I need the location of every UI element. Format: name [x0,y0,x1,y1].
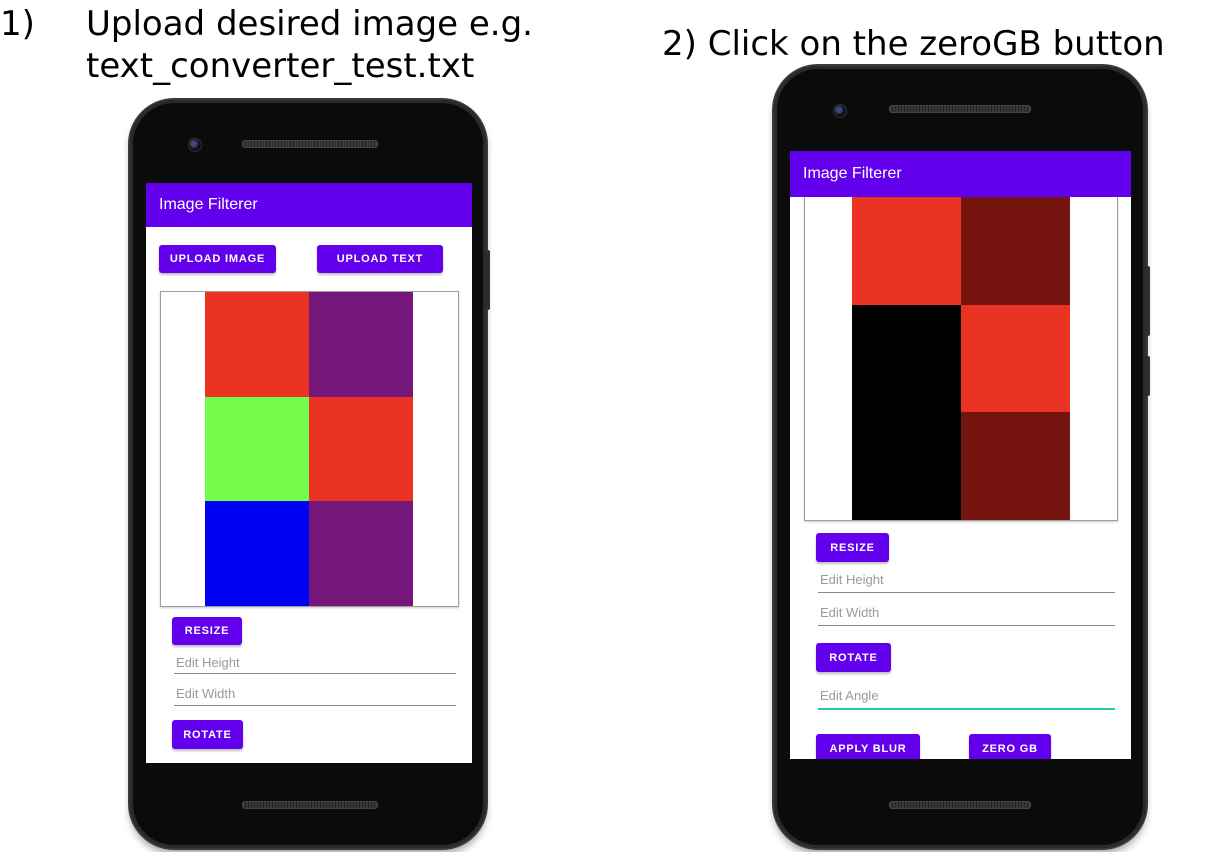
edit-width-field[interactable]: Edit Width [818,605,1115,626]
apply-blur-button[interactable]: APPLY BLUR [816,734,920,759]
bottom-speaker-grille [242,801,378,809]
image-grid-cell [309,396,413,502]
edit-width-field[interactable]: Edit Width [174,686,456,706]
phone-volume-button [1146,356,1150,396]
top-speaker-grille [889,105,1031,113]
field-underline [818,592,1115,593]
app-bar: Image Filterer [146,183,472,227]
phone-mockup-2: Image Filterer RESIZE Edit Height Edit W… [774,66,1150,848]
upload-image-button[interactable]: UPLOAD IMAGE [159,245,276,273]
edit-width-placeholder: Edit Width [176,686,236,701]
app-bar: Image Filterer [790,151,1131,197]
phone-2-screen: Image Filterer RESIZE Edit Height Edit W… [790,151,1131,759]
image-grid-cell [961,412,1070,520]
phone-side-button [1146,266,1150,336]
image-grid-cell [309,501,413,606]
image-preview [160,291,459,607]
edit-angle-placeholder: Edit Angle [820,688,879,703]
field-underline [174,705,456,706]
top-speaker-grille [242,140,378,148]
image-grid-cell [852,304,961,413]
edit-height-placeholder: Edit Height [176,655,240,670]
image-preview [804,197,1118,521]
image-grid-cell [961,197,1070,305]
phone-mockup-1: Image Filterer UPLOAD IMAGE UPLOAD TEXT … [130,100,490,848]
image-grid-cell [852,412,961,520]
app-title: Image Filterer [803,165,902,182]
image-grid-cell [205,396,309,502]
resize-button[interactable]: RESIZE [172,617,242,645]
zero-gb-button[interactable]: ZERO GB [969,734,1051,759]
edit-angle-field[interactable]: Edit Angle [818,688,1115,710]
front-camera-icon [188,138,202,152]
image-grid-cell [205,501,309,606]
image-grid-cell [205,292,309,397]
field-underline [174,673,456,674]
step-1-number: 1) [0,4,35,44]
edit-height-placeholder: Edit Height [820,572,884,587]
image-grid [205,292,413,606]
image-grid-cell [309,292,413,397]
field-underline-focused [818,708,1115,710]
image-grid-cell [961,304,1070,413]
edit-width-placeholder: Edit Width [820,605,880,620]
app-title: Image Filterer [159,196,258,213]
step-1-text-line-1: Upload desired image e.g. [86,4,533,44]
edit-height-field[interactable]: Edit Height [174,655,456,674]
rotate-button[interactable]: ROTATE [816,643,891,672]
bottom-speaker-grille [889,801,1031,809]
step-1-text-line-2: text_converter_test.txt [86,46,475,86]
phone-side-button [486,250,490,310]
step-2-caption: 2) Click on the zeroGB button [662,24,1165,64]
resize-button[interactable]: RESIZE [816,533,889,562]
rotate-button[interactable]: ROTATE [172,720,243,749]
front-camera-icon [833,104,847,118]
phone-1-screen: Image Filterer UPLOAD IMAGE UPLOAD TEXT … [146,183,472,763]
image-grid-cell [852,197,961,305]
field-underline [818,625,1115,626]
edit-height-field[interactable]: Edit Height [818,572,1115,593]
image-grid [852,197,1070,520]
upload-text-button[interactable]: UPLOAD TEXT [317,245,443,273]
